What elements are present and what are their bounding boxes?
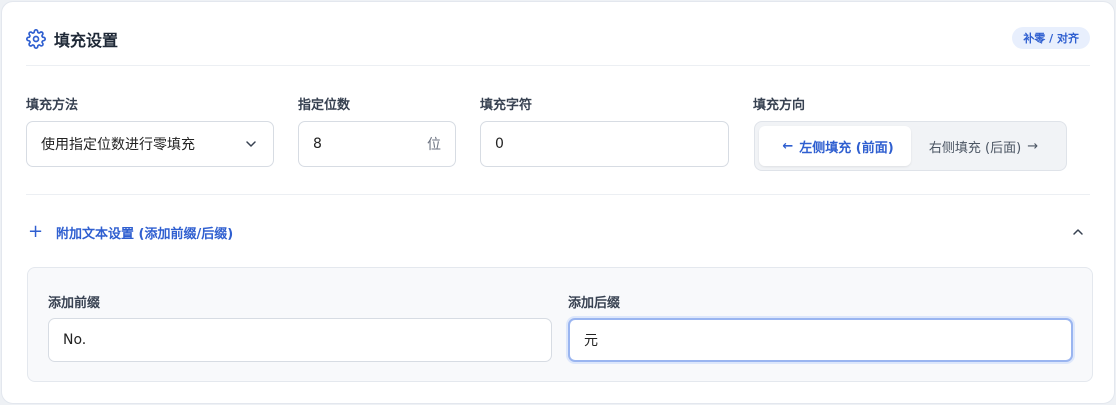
fill-char-input[interactable]: 0 — [480, 121, 729, 167]
fill-char-label: 填充字符 — [480, 98, 533, 113]
direction-left-label: 左侧填充 (前面) — [799, 140, 894, 156]
digits-input[interactable]: 8 位 — [298, 121, 456, 167]
card-header: 填充设置 — [26, 26, 118, 52]
arrow-left-icon: ← — [782, 138, 794, 154]
prefix-value: No. — [63, 332, 87, 348]
extra-text-panel: 添加前缀 No. 添加后缀 元 — [27, 267, 1093, 382]
extra-text-toggle-label: 附加文本设置 (添加前缀/后缀) — [56, 226, 234, 242]
arrow-right-icon: → — [1027, 138, 1039, 154]
chevron-down-icon — [246, 141, 256, 147]
gear-icon — [26, 29, 46, 49]
fill-method-value: 使用指定位数进行零填充 — [41, 137, 195, 153]
page-title: 填充设置 — [54, 31, 119, 50]
fill-method-select[interactable]: 使用指定位数进行零填充 — [26, 121, 274, 167]
fill-method-label: 填充方法 — [26, 98, 79, 113]
digits-label: 指定位数 — [298, 98, 351, 113]
suffix-input[interactable]: 元 — [568, 318, 1073, 362]
direction-right-label: 右侧填充 (后面) — [928, 140, 1022, 156]
prefix-input[interactable]: No. — [48, 318, 552, 362]
suffix-label: 添加后缀 — [568, 296, 621, 311]
chevron-up-icon[interactable] — [1070, 224, 1086, 240]
mode-badge: 补零 / 对齐 — [1012, 27, 1090, 49]
digits-value: 8 — [313, 136, 322, 152]
direction-label: 填充方向 — [753, 98, 806, 113]
direction-segmented-control: ← 左侧填充 (前面) 右侧填充 (后面) → — [754, 121, 1067, 171]
direction-left-button[interactable]: ← 左侧填充 (前面) — [759, 126, 911, 166]
suffix-value: 元 — [584, 333, 598, 349]
direction-right-button[interactable]: 右侧填充 (后面) → — [911, 126, 1062, 166]
section-divider — [26, 194, 1090, 195]
plus-icon: + — [28, 221, 44, 242]
prefix-label: 添加前缀 — [48, 296, 101, 311]
fill-settings-card: 填充设置 补零 / 对齐 填充方法 使用指定位数进行零填充 指定位数 8 位 填… — [1, 1, 1115, 404]
fill-char-value: 0 — [495, 136, 504, 152]
header-divider — [26, 65, 1090, 66]
digits-unit: 位 — [427, 137, 441, 153]
extra-text-toggle[interactable]: + 附加文本设置 (添加前缀/后缀) — [26, 220, 1090, 244]
